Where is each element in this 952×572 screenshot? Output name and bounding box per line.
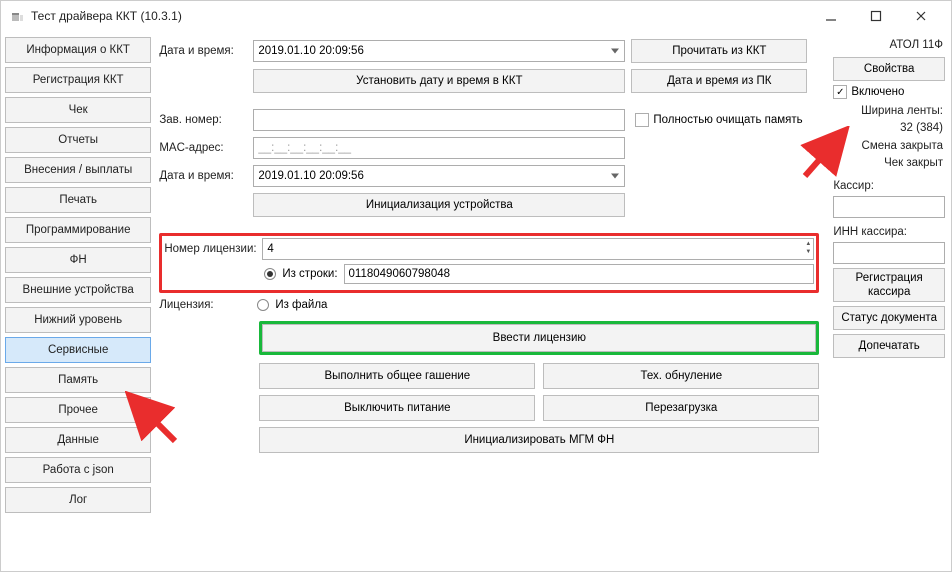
full-clear-checkbox[interactable]: [635, 113, 649, 127]
license-label: Лицензия:: [159, 299, 251, 311]
titlebar: Тест драйвера ККТ (10.3.1): [1, 1, 951, 31]
init-device-button[interactable]: Инициализация устройства: [253, 193, 625, 217]
sidebar-item-memory[interactable]: Память: [5, 367, 151, 393]
cashier-input[interactable]: [833, 196, 945, 218]
sidebar-item-info[interactable]: Информация о ККТ: [5, 37, 151, 63]
enabled-checkbox[interactable]: ✓: [833, 85, 847, 99]
license-num-label: Номер лицензии:: [164, 243, 260, 255]
close-button[interactable]: [898, 1, 943, 31]
register-cashier-button[interactable]: Регистрация кассира: [833, 268, 945, 302]
shift-closed-label: Смена закрыта: [833, 138, 943, 155]
from-string-label: Из строки:: [282, 268, 337, 280]
sidebar-item-fn[interactable]: ФН: [5, 247, 151, 273]
reboot-button[interactable]: Перезагрузка: [543, 395, 819, 421]
app-icon: [9, 8, 25, 24]
cashier-label: Кассир:: [833, 180, 945, 192]
sidebar: Информация о ККТ Регистрация ККТ Чек Отч…: [1, 31, 155, 571]
mac-label: MAC-адрес:: [159, 142, 251, 154]
sidebar-item-print[interactable]: Печать: [5, 187, 151, 213]
license-num-input[interactable]: 4 ▲▼: [262, 238, 814, 260]
window-title: Тест драйвера ККТ (10.3.1): [31, 9, 808, 23]
cashier-inn-label: ИНН кассира:: [833, 226, 945, 238]
license-highlight-box: Номер лицензии: 4 ▲▼ Из строки: 01180490…: [159, 233, 819, 293]
power-off-button[interactable]: Выключить питание: [259, 395, 535, 421]
set-datetime-button[interactable]: Установить дату и время в ККТ: [253, 69, 625, 93]
mac-input[interactable]: __:__:__:__:__:__: [253, 137, 625, 159]
serial-label: Зав. номер:: [159, 114, 251, 126]
from-file-radio[interactable]: [257, 299, 269, 311]
cashier-inn-input[interactable]: [833, 242, 945, 264]
spinner-icon[interactable]: ▲▼: [805, 240, 811, 256]
tape-width-label: Ширина ленты:: [833, 103, 943, 120]
sidebar-item-other[interactable]: Прочее: [5, 397, 151, 423]
datetime-label: Дата и время:: [159, 45, 251, 57]
enabled-label: Включено: [851, 86, 904, 98]
enter-license-highlight: Ввести лицензию: [259, 321, 819, 355]
read-from-kkt-button[interactable]: Прочитать из ККТ: [631, 39, 807, 63]
sidebar-item-service[interactable]: Сервисные: [5, 337, 151, 363]
finish-print-button[interactable]: Допечатать: [833, 334, 945, 358]
datetime2-label: Дата и время:: [159, 170, 251, 182]
datetime-combo[interactable]: 2019.01.10 20:09:56: [253, 40, 625, 62]
maximize-button[interactable]: [853, 1, 898, 31]
sidebar-item-external[interactable]: Внешние устройства: [5, 277, 151, 303]
app-window: Тест драйвера ККТ (10.3.1) Информация о …: [0, 0, 952, 572]
check-closed-label: Чек закрыт: [833, 155, 943, 172]
serial-input[interactable]: [253, 109, 625, 131]
tech-reset-button[interactable]: Тех. обнуление: [543, 363, 819, 389]
full-clear-label: Полностью очищать память: [653, 114, 802, 126]
main-panel: Дата и время: 2019.01.10 20:09:56 Прочит…: [155, 31, 827, 571]
datetime2-combo[interactable]: 2019.01.10 20:09:56: [253, 165, 625, 187]
sidebar-item-data[interactable]: Данные: [5, 427, 151, 453]
doc-status-button[interactable]: Статус документа: [833, 306, 945, 330]
right-panel: АТОЛ 11Ф Свойства ✓ Включено Ширина лент…: [827, 31, 951, 571]
enter-license-button[interactable]: Ввести лицензию: [262, 324, 816, 352]
sidebar-item-receipt[interactable]: Чек: [5, 97, 151, 123]
sidebar-item-lowlevel[interactable]: Нижний уровень: [5, 307, 151, 333]
init-mgm-fn-button[interactable]: Инициализировать МГМ ФН: [259, 427, 819, 453]
properties-button[interactable]: Свойства: [833, 57, 945, 81]
sidebar-item-reports[interactable]: Отчеты: [5, 127, 151, 153]
from-string-radio[interactable]: [264, 268, 276, 280]
from-string-input[interactable]: 0118049060798048: [344, 264, 815, 284]
datetime-from-pc-button[interactable]: Дата и время из ПК: [631, 69, 807, 93]
sidebar-item-json[interactable]: Работа с json: [5, 457, 151, 483]
sidebar-item-payments[interactable]: Внесения / выплаты: [5, 157, 151, 183]
tape-width-value: 32 (384): [833, 120, 943, 137]
sidebar-item-programming[interactable]: Программирование: [5, 217, 151, 243]
sidebar-item-log[interactable]: Лог: [5, 487, 151, 513]
sidebar-item-register[interactable]: Регистрация ККТ: [5, 67, 151, 93]
general-erase-button[interactable]: Выполнить общее гашение: [259, 363, 535, 389]
device-name-label: АТОЛ 11Ф: [833, 37, 945, 53]
minimize-button[interactable]: [808, 1, 853, 31]
from-file-label: Из файла: [275, 299, 327, 311]
